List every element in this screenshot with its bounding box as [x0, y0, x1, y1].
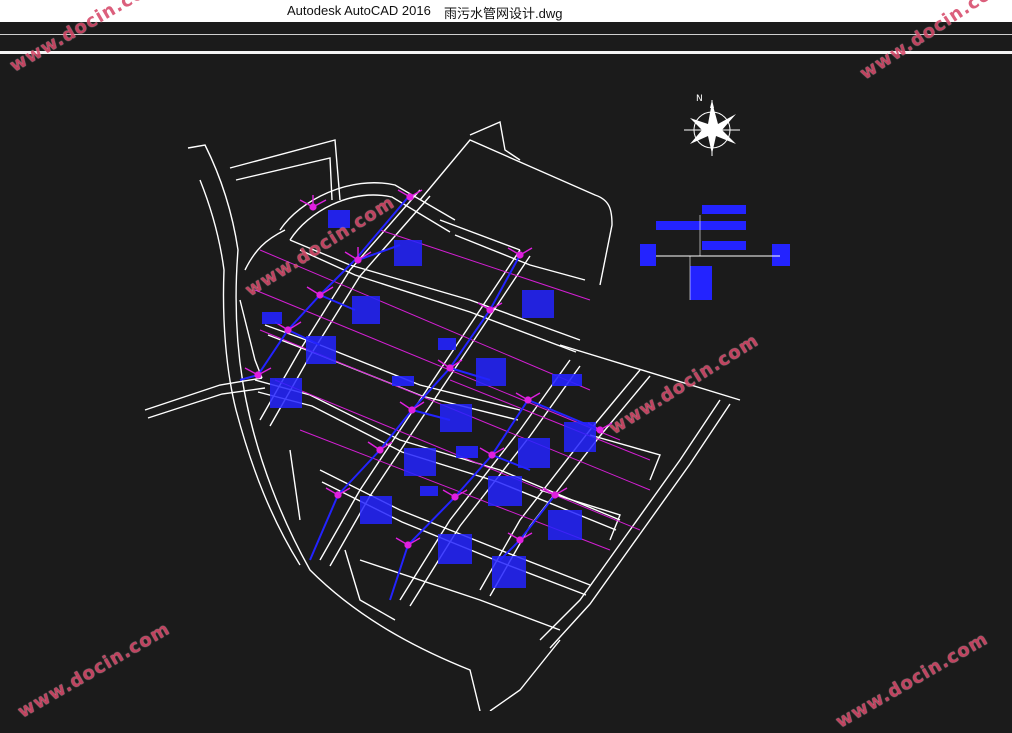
file-name: 雨污水管网设计.dwg: [444, 6, 563, 21]
river-bank-inner: [199, 179, 301, 566]
pipe-guide-lines: [254, 229, 651, 551]
north-connector: [469, 121, 521, 161]
legend: [640, 205, 790, 300]
ribbon-bottom-border: [0, 51, 1012, 54]
ribbon-area: [0, 22, 1012, 54]
south-block: [344, 549, 396, 621]
title-bar: Autodesk AutoCAD 2016 雨污水管网设计.dwg: [0, 0, 1012, 22]
west-inner-block: [289, 449, 301, 521]
north-label: N: [696, 94, 703, 104]
road-e3b: [257, 391, 617, 531]
road-west-spine: [239, 299, 263, 379]
ribbon-divider: [0, 34, 1012, 35]
north-block-a: [229, 139, 341, 201]
app-title: Autodesk AutoCAD 2016: [287, 3, 431, 18]
road-e5: [359, 559, 561, 631]
north-block-b: [235, 157, 333, 201]
east-small-block: [589, 434, 661, 481]
road-south: [489, 639, 561, 711]
drawing-canvas[interactable]: N: [0, 56, 1012, 711]
compass-rose: [684, 100, 740, 156]
drawing-svg[interactable]: [0, 56, 1012, 711]
